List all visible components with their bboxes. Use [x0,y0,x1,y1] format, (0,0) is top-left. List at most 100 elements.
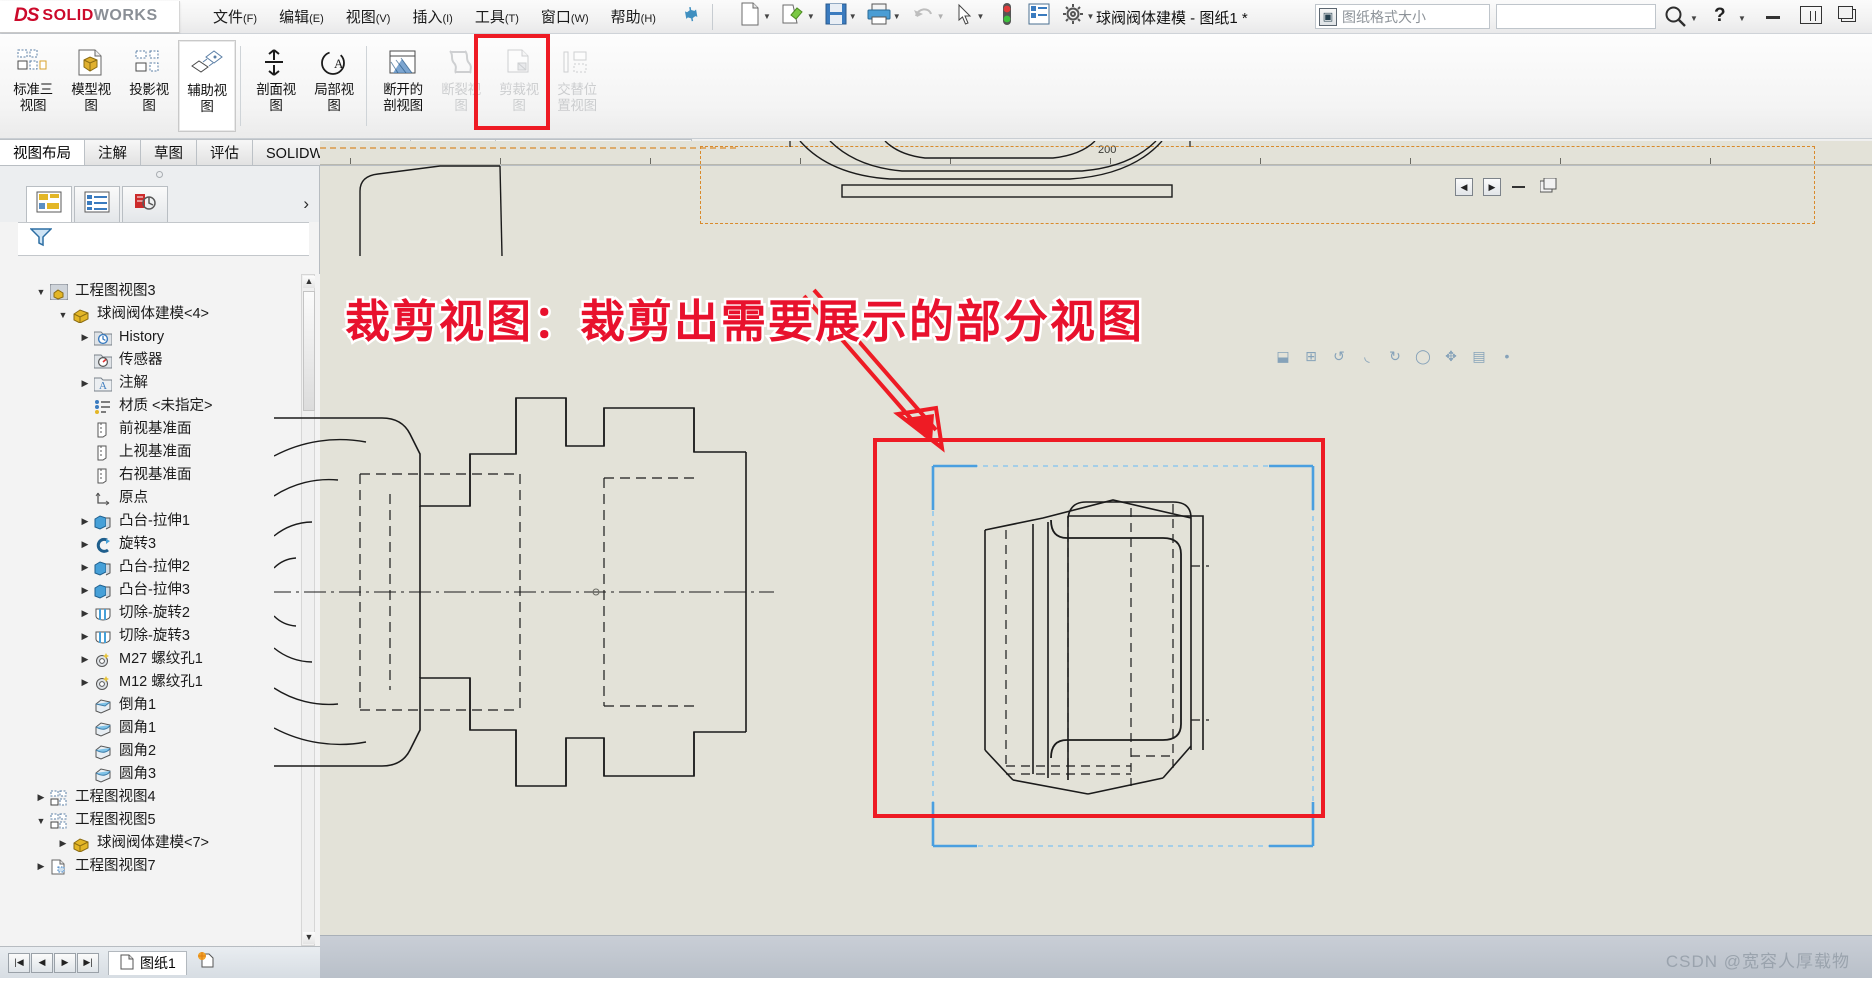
tree-item[interactable]: ▶ A 注解 [0,372,320,395]
tree-item[interactable]: 圆角3 [0,763,320,786]
view-arc-icon[interactable]: ◟ [1356,346,1378,366]
view-minimize-icon[interactable] [1512,186,1525,188]
tree-item[interactable]: 前视基准面 [0,418,320,441]
tree-collapse-icon[interactable]: ▼ [56,310,70,320]
sheet-tab-sheet1[interactable]: 图纸1 [108,950,187,975]
view-rotate-cw-icon[interactable]: ↻ [1384,346,1406,366]
search-chevron-down-icon[interactable]: ▼ [1690,14,1698,23]
rebuild-button[interactable] [997,0,1017,33]
sheet-format-size-field[interactable]: ▣ 图纸格式大小 [1315,4,1490,29]
feature-filter-row[interactable] [18,222,309,256]
tree-expand-icon[interactable]: ▶ [78,654,92,665]
tab-annotation[interactable]: 注解 [84,139,141,165]
tree-item[interactable]: ▶ 凸台-拉伸3 [0,579,320,602]
tree-item[interactable]: ▼ 工程图视图5 [0,809,320,832]
chevron-down-icon[interactable]: ▼ [977,12,985,21]
tree-item[interactable]: ▼ 工程图视图3 [0,280,320,303]
tree-item[interactable]: ▶ 球阀阀体建模<7> [0,832,320,855]
undo-button[interactable]: ▼ [908,1,952,32]
tree-expand-icon[interactable]: ▶ [78,378,92,389]
chevron-right-icon[interactable]: › [303,194,309,214]
tree-expand-icon[interactable]: ▶ [78,539,92,550]
view-align-icon[interactable]: ⊞ [1300,346,1322,366]
tree-collapse-icon[interactable]: ▼ [34,816,48,826]
search-input[interactable] [1496,4,1656,29]
tree-item[interactable]: ▶ M12 螺纹孔1 [0,671,320,694]
tree-item[interactable]: ▶ M27 螺纹孔1 [0,648,320,671]
new-document-button[interactable]: ▼ [736,0,778,33]
scroll-down-icon[interactable]: ▼ [303,932,315,944]
chevron-down-icon[interactable]: ▼ [1086,12,1094,21]
broken-out-section-command[interactable]: 断开的 剖视图 [374,40,432,132]
tree-item[interactable]: ▶ 工程图视图4 [0,786,320,809]
tree-item[interactable]: 原点 [0,487,320,510]
tree-expand-icon[interactable]: ▶ [78,585,92,596]
tree-expand-icon[interactable]: ▶ [34,861,48,872]
open-document-button[interactable]: ▼ [778,0,822,33]
help-button[interactable]: ? [1714,5,1726,27]
print-button[interactable]: ▼ [864,1,908,32]
view-restore-icon[interactable] [1539,177,1557,193]
tree-item[interactable]: ▼ 球阀阀体建模<4> [0,303,320,326]
filter-funnel-icon[interactable] [29,227,53,252]
tree-expand-icon[interactable]: ▶ [78,516,92,527]
tree-expand-icon[interactable]: ▶ [78,631,92,642]
tree-item[interactable]: ▶ History [0,326,320,349]
feature-manager-tab[interactable] [26,186,72,222]
view-dot-icon[interactable]: • [1496,346,1518,366]
menu-window[interactable]: 窗口(W) [530,3,600,30]
close-icon[interactable] [1838,6,1858,24]
search-icon[interactable] [1664,5,1687,34]
tree-expand-icon[interactable]: ▶ [34,792,48,803]
chevron-down-icon[interactable]: ▼ [849,12,857,21]
standard-3-view-command[interactable]: 标准三 视图 [4,40,62,132]
view-more-icon[interactable]: ▤ [1468,346,1490,366]
tree-item[interactable]: 右视基准面 [0,464,320,487]
help-chevron-down-icon[interactable]: ▼ [1738,14,1746,23]
tree-expand-icon[interactable]: ▶ [78,677,92,688]
tree-item[interactable]: ▶ 切除-旋转3 [0,625,320,648]
menu-view[interactable]: 视图(V) [335,3,402,30]
view-pan-icon[interactable]: ✥ [1440,346,1462,366]
tree-expand-icon[interactable]: ▶ [56,838,70,849]
tree-item[interactable]: ▶ 凸台-拉伸2 [0,556,320,579]
section-view-command[interactable]: 剖面视图 [247,40,305,132]
chevron-down-icon[interactable]: ▼ [807,12,815,21]
tab-sketch[interactable]: 草图 [140,139,197,165]
configuration-manager-tab[interactable] [122,186,168,222]
property-manager-tab[interactable] [74,186,120,222]
tree-expand-icon[interactable]: ▶ [78,332,92,343]
chevron-down-icon[interactable]: ▼ [937,12,945,21]
scroll-up-icon[interactable]: ▲ [303,276,315,288]
menu-help[interactable]: 帮助(H) [600,3,667,30]
view-prev-button[interactable]: ◀ [1455,178,1473,196]
nav-prev-sheet-button[interactable]: ◀ [31,952,53,973]
save-button[interactable]: ▼ [822,1,864,32]
model-view-command[interactable]: 模型视图 [62,40,120,132]
tree-collapse-icon[interactable]: ▼ [34,287,48,297]
pushpin-icon[interactable] [676,3,703,31]
tree-item[interactable]: 圆角1 [0,717,320,740]
tree-item[interactable]: 上视基准面 [0,441,320,464]
tree-item[interactable]: ▶ 旋转3 [0,533,320,556]
view-next-button[interactable]: ▶ [1483,178,1501,196]
menu-edit[interactable]: 编辑(E) [268,3,335,30]
tree-expand-icon[interactable]: ▶ [78,562,92,573]
tree-item[interactable]: 材质 <未指定> [0,395,320,418]
minimize-icon[interactable] [1766,16,1780,19]
chevron-down-icon[interactable]: ▼ [763,12,771,21]
add-sheet-icon[interactable] [197,951,217,974]
menu-file[interactable]: 文件(F) [202,3,268,30]
detail-view-command[interactable]: A 局部视图 [305,40,363,132]
nav-first-sheet-button[interactable]: |◀ [8,952,30,973]
auxiliary-view-command[interactable]: 辅助视图 [178,40,236,132]
view-circle-icon[interactable]: ◯ [1412,346,1434,366]
tree-item[interactable]: 倒角1 [0,694,320,717]
restore-icon[interactable] [1800,6,1822,24]
projected-view-command[interactable]: 投影视图 [120,40,178,132]
tab-evaluate[interactable]: 评估 [196,139,253,165]
tree-item[interactable]: ▶ 工程图视图7 [0,855,320,878]
chevron-down-icon[interactable]: ▼ [893,12,901,21]
select-button[interactable]: ▼ [952,1,992,32]
tree-item[interactable]: ▶ 切除-旋转2 [0,602,320,625]
